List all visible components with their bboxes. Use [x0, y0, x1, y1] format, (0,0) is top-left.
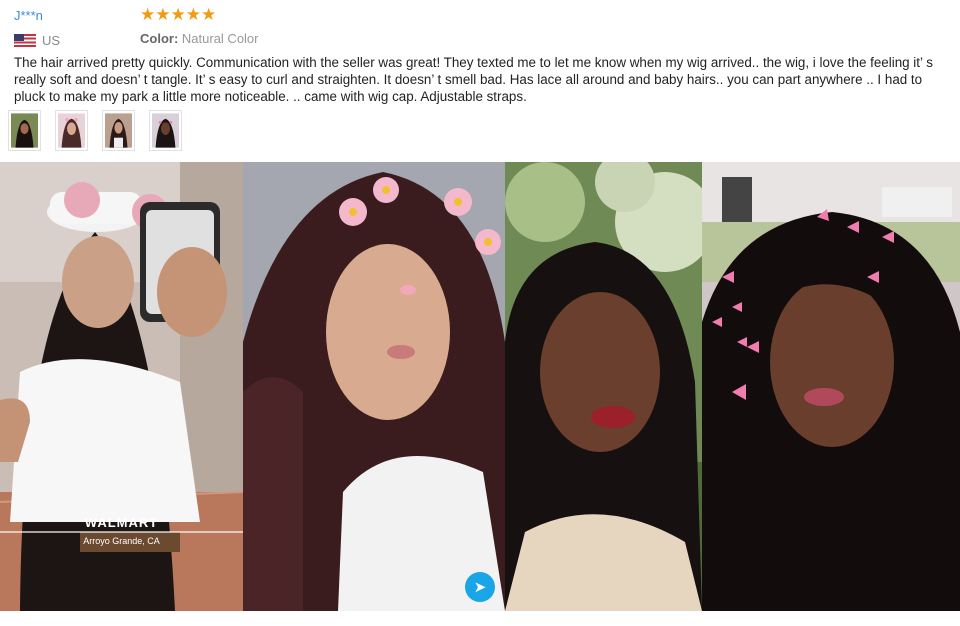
review-thumbnails — [8, 110, 182, 151]
reviewer-country: US — [14, 33, 60, 48]
star-icon: ★ — [170, 5, 186, 24]
geofilter-title: WALMART — [84, 515, 159, 530]
review-photo[interactable]: ➤ — [243, 162, 505, 611]
review-photo[interactable] — [505, 162, 702, 611]
color-label: Color: — [140, 31, 179, 46]
review-photo[interactable] — [702, 162, 960, 611]
play-icon[interactable]: ➤ — [465, 572, 495, 602]
us-flag-icon — [14, 34, 36, 47]
geofilter-subtitle: Arroyo Grande, CA — [83, 536, 160, 546]
color-value: Natural Color — [181, 31, 259, 46]
star-icon: ★ — [185, 5, 201, 24]
country-label: US — [42, 33, 61, 48]
review-thumbnail[interactable] — [102, 110, 135, 151]
star-icon: ★ — [201, 5, 217, 24]
review-thumbnail[interactable] — [149, 110, 182, 151]
rating-stars: ★ ★ ★ ★ ★ — [140, 5, 216, 25]
review-thumbnail[interactable] — [8, 110, 41, 151]
reviewer-name: J***n — [14, 8, 43, 23]
review-photo-gallery: WALMART Arroyo Grande, CA ➤ — [0, 162, 960, 611]
star-icon: ★ — [155, 5, 171, 24]
review-thumbnail[interactable] — [55, 110, 88, 151]
review-photo[interactable]: WALMART Arroyo Grande, CA — [0, 162, 243, 611]
review-text: The hair arrived pretty quickly. Communi… — [14, 55, 933, 104]
product-property: Color: Natural Color — [140, 31, 259, 46]
star-icon: ★ — [140, 5, 156, 24]
